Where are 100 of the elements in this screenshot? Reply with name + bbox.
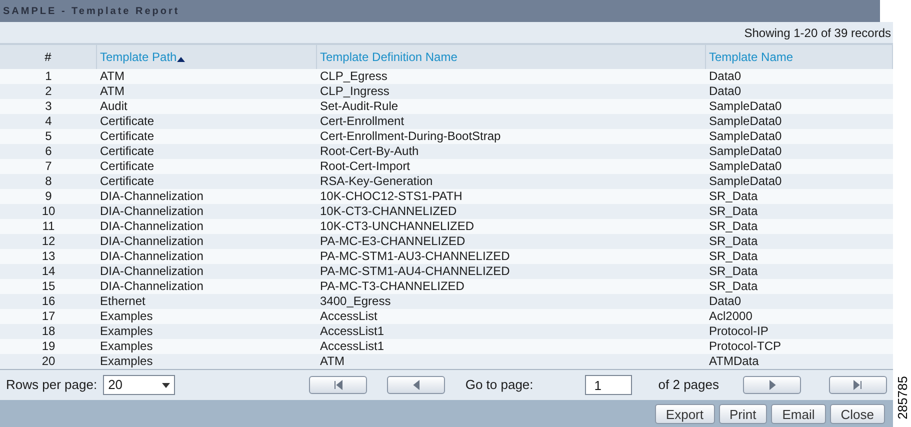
- table-cell-text: 5: [44, 129, 53, 144]
- table-cell-text: Certificate: [99, 144, 156, 159]
- table-cell-text: SampleData0: [708, 174, 783, 189]
- table-cell-text: ATMData: [708, 354, 760, 369]
- table-cell-text: PA-MC-T3-CHANNELIZED: [319, 279, 466, 294]
- skip-back-icon: [333, 380, 344, 390]
- table-cell-text: 9: [44, 189, 53, 204]
- table-cell-text: Examples: [99, 309, 154, 324]
- table-cell-text: Data0: [708, 294, 742, 309]
- table-cell-text: DIA-Channelization: [99, 249, 204, 264]
- table-cell-text: SR_Data: [708, 249, 759, 264]
- table-cell-text: 2: [44, 84, 53, 99]
- table-cell-text: Certificate: [99, 129, 156, 144]
- table-cell-text: RSA-Key-Generation: [319, 174, 434, 189]
- table-cell-text: ATM: [99, 84, 126, 99]
- table-cell-text: Certificate: [99, 159, 156, 174]
- table-cell-text: Examples: [99, 324, 154, 339]
- table-cell-text: PA-MC-E3-CHANNELIZED: [319, 234, 466, 249]
- window-title: SAMPLE - Template Report: [3, 4, 180, 18]
- table-cell-text: SR_Data: [708, 279, 759, 294]
- table-cell-text: 3400_Egress: [319, 294, 392, 309]
- table-cell-text: Data0: [708, 84, 742, 99]
- table-cell-text: Cert-Enrollment-During-BootStrap: [319, 129, 502, 144]
- table-cell-text: 20: [40, 354, 56, 369]
- table-cell-text: 18: [40, 324, 56, 339]
- table-cell-text: DIA-Channelization: [99, 219, 204, 234]
- action-button[interactable]: Email: [771, 404, 826, 424]
- table-cell-text: SampleData0: [708, 144, 783, 159]
- rows-per-page-label: Rows per page:: [6, 376, 98, 394]
- table-cell-text: 19: [40, 339, 56, 354]
- prev-page-button[interactable]: [387, 376, 446, 394]
- table-cell-text: SR_Data: [708, 234, 759, 249]
- table-cell-text: 15: [40, 279, 56, 294]
- rows-per-page-dropdown[interactable]: 20: [103, 375, 176, 395]
- table-cell-text: DIA-Channelization: [99, 264, 204, 279]
- page-count: of 2 pages: [658, 376, 719, 394]
- table-cell-text: 17: [40, 309, 56, 324]
- table-cell-text: 16: [40, 294, 56, 309]
- table-cell-text: SR_Data: [708, 264, 759, 279]
- caret-icon: [162, 382, 170, 388]
- table-cell-text: 10: [40, 204, 56, 219]
- table-cell-text: CLP_Ingress: [319, 84, 390, 99]
- go-to-page-label: Go to page:: [465, 376, 534, 394]
- table-cell-text: SampleData0: [708, 129, 783, 144]
- action-button[interactable]: Close: [830, 404, 885, 424]
- table-cell-text: Audit: [99, 99, 128, 114]
- table-cell-text: 6: [44, 144, 53, 159]
- table-cell-text: PA-MC-STM1-AU4-CHANNELIZED: [319, 264, 511, 279]
- table-cell-text: 10K-CT3-CHANNELIZED: [319, 204, 458, 219]
- table-cell-text: 1: [44, 69, 53, 84]
- table-cell-text: DIA-Channelization: [99, 204, 204, 219]
- table-cell-text: SampleData0: [708, 114, 783, 129]
- table-cell-text: Cert-Enrollment: [319, 114, 406, 129]
- table-cell-text: Examples: [99, 339, 154, 354]
- table-cell-text: Set-Audit-Rule: [319, 99, 400, 114]
- table-cell-text: 3: [44, 99, 53, 114]
- table-cell-text: Certificate: [99, 174, 156, 189]
- table-cell-text: DIA-Channelization: [99, 234, 204, 249]
- skip-forward-icon: [853, 380, 863, 390]
- table-cell-text: Data0: [708, 69, 742, 84]
- page-number-field[interactable]: 1: [585, 375, 632, 395]
- table-cell-text: 4: [44, 114, 53, 129]
- table-cell-text: 11: [41, 219, 56, 234]
- last-page-button[interactable]: [829, 376, 887, 394]
- table-cell-text: DIA-Channelization: [99, 279, 204, 294]
- table-cell-text: Certificate: [99, 114, 156, 129]
- table-cell-text: 7: [44, 159, 53, 174]
- figure-number: 285785: [894, 376, 911, 419]
- table-cell-text: Ethernet: [99, 294, 146, 309]
- table-cell-text: Protocol-IP: [708, 324, 770, 339]
- table-cell-text: SampleData0: [708, 159, 783, 174]
- table-cell-text: AccessList: [319, 309, 378, 324]
- table-cell-text: 12: [40, 234, 56, 249]
- table-cell-text: 13: [40, 249, 56, 264]
- record-count: Showing 1-20 of 39 records: [744, 24, 891, 42]
- table-cell-text: Acl2000: [708, 309, 754, 324]
- table-cell-text: Protocol-TCP: [708, 339, 782, 354]
- table-cell-text: SR_Data: [708, 204, 759, 219]
- triangle-right-icon: [767, 380, 777, 390]
- table-cell-text: DIA-Channelization: [99, 189, 204, 204]
- table-cell-text: Root-Cert-By-Auth: [319, 144, 420, 159]
- action-button[interactable]: Export: [654, 404, 714, 424]
- table-cell-text: CLP_Egress: [319, 69, 388, 84]
- table-cell-text: SR_Data: [708, 189, 759, 204]
- table-cell-text: 10K-CHOC12-STS1-PATH: [319, 189, 464, 204]
- table-cell-text: ATM: [319, 354, 346, 369]
- table-cell-text: SR_Data: [708, 219, 759, 234]
- table-cell-text: PA-MC-STM1-AU3-CHANNELIZED: [319, 249, 511, 264]
- triangle-left-icon: [411, 380, 422, 390]
- table-cell-text: 8: [44, 174, 53, 189]
- next-page-button[interactable]: [743, 376, 801, 394]
- first-page-button[interactable]: [309, 376, 368, 394]
- table-cell-text: AccessList1: [319, 339, 386, 354]
- table-cell-text: ATM: [99, 69, 126, 84]
- table-cell-text: 10K-CT3-UNCHANNELIZED: [319, 219, 476, 234]
- table-cell-text: SampleData0: [708, 99, 783, 114]
- action-button[interactable]: Print: [718, 404, 768, 424]
- table-cell-text: Examples: [99, 354, 154, 369]
- table-cell-text: Root-Cert-Import: [319, 159, 412, 174]
- table-cell-text: 14: [40, 264, 56, 279]
